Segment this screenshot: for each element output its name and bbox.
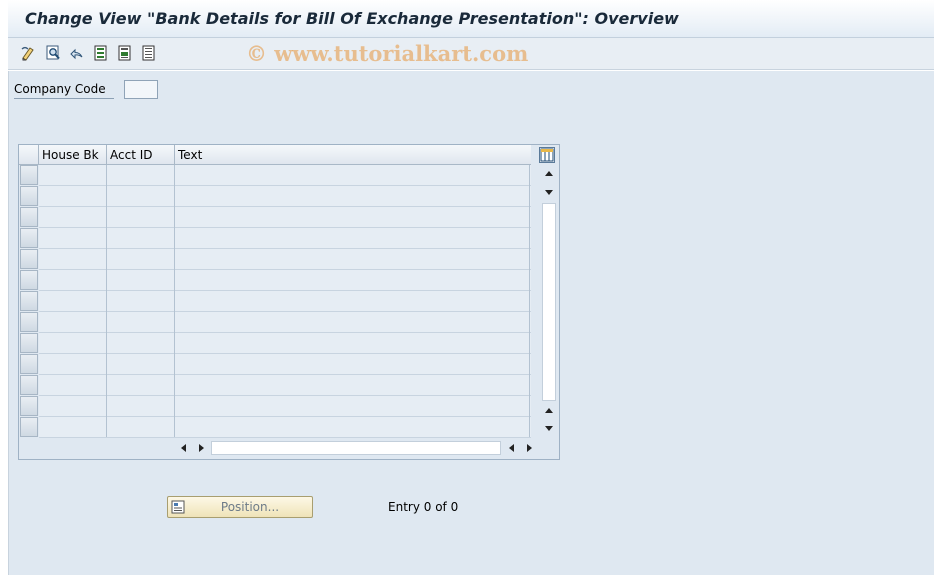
row-selector[interactable] [20,228,38,248]
row-selector[interactable] [20,291,38,311]
scroll-left-icon[interactable] [181,444,186,452]
row-selector[interactable] [20,396,38,416]
table-row[interactable] [39,165,531,186]
row-selector[interactable] [20,375,38,395]
table-row[interactable] [39,417,531,438]
table-row[interactable] [39,312,531,333]
scroll-page-right-icon[interactable] [527,444,532,452]
row-selector[interactable] [20,249,38,269]
company-code-label: Company Code [14,82,106,96]
position-button-label: Position... [220,500,280,514]
table-header: House Bk Acct ID Text [19,145,531,165]
scroll-page-left-icon[interactable] [509,444,514,452]
select-all-button[interactable] [92,44,110,62]
row-selector[interactable] [20,186,38,206]
undo-change-icon [70,48,83,60]
bank-details-table: House Bk Acct ID Text [18,144,560,460]
page-title: Change View "Bank Details for Bill Of Ex… [25,9,679,28]
select-block-icon [118,45,131,61]
deselect-all-button[interactable] [140,44,158,62]
row-selector[interactable] [20,312,38,332]
table-row[interactable] [39,249,531,270]
column-divider [174,165,175,437]
horizontal-scroll-track[interactable] [211,441,501,455]
table-settings-button[interactable] [539,147,555,163]
display-change-icon [21,46,34,61]
row-selector[interactable] [20,417,38,437]
scroll-down-icon[interactable] [545,426,553,431]
undo-change-button[interactable] [68,44,86,62]
row-selector[interactable] [20,207,38,227]
column-header-house-bank[interactable]: House Bk [38,145,107,165]
table-grid [39,165,531,438]
deselect-all-icon [142,45,155,61]
vertical-scroll-track[interactable] [542,203,556,401]
table-row[interactable] [39,207,531,228]
column-divider [106,165,107,437]
table-row[interactable] [39,375,531,396]
display-change-button[interactable] [20,44,38,62]
scroll-up-icon[interactable] [545,171,553,176]
table-row[interactable] [39,396,531,417]
table-row[interactable] [39,354,531,375]
horizontal-scrollbar[interactable] [177,439,537,457]
position-button[interactable]: Position... [167,496,313,518]
table-row[interactable] [39,270,531,291]
table-row[interactable] [39,333,531,354]
scroll-page-down-icon[interactable] [545,190,553,195]
entry-count: Entry 0 of 0 [388,500,459,514]
row-selector-column [20,165,38,437]
row-selector[interactable] [20,354,38,374]
table-row[interactable] [39,228,531,249]
select-block-button[interactable] [116,44,134,62]
select-all-icon [94,45,107,61]
scroll-page-up-icon[interactable] [545,408,553,413]
watermark: © www.tutorialkart.com [246,41,529,66]
table-row[interactable] [39,186,531,207]
vertical-scrollbar[interactable] [539,165,559,437]
header-select-all-corner[interactable] [19,145,39,165]
table-settings-icon [540,148,554,162]
company-code-input[interactable] [124,80,158,99]
row-selector[interactable] [20,270,38,290]
row-selector[interactable] [20,333,38,353]
scroll-right-icon[interactable] [199,444,204,452]
company-code-label-underline [14,98,114,99]
column-header-account-id[interactable]: Acct ID [106,145,175,165]
details-button[interactable] [44,44,62,62]
details-icon [46,45,60,60]
main-content: Company Code House Bk Acct ID Text Posit… [8,71,934,575]
position-icon [171,500,185,514]
row-selector[interactable] [20,165,38,185]
application-toolbar: © www.tutorialkart.com [8,38,934,70]
column-header-text[interactable]: Text [174,145,531,165]
table-row[interactable] [39,291,531,312]
column-divider [529,165,530,437]
title-bar: Change View "Bank Details for Bill Of Ex… [8,0,934,38]
